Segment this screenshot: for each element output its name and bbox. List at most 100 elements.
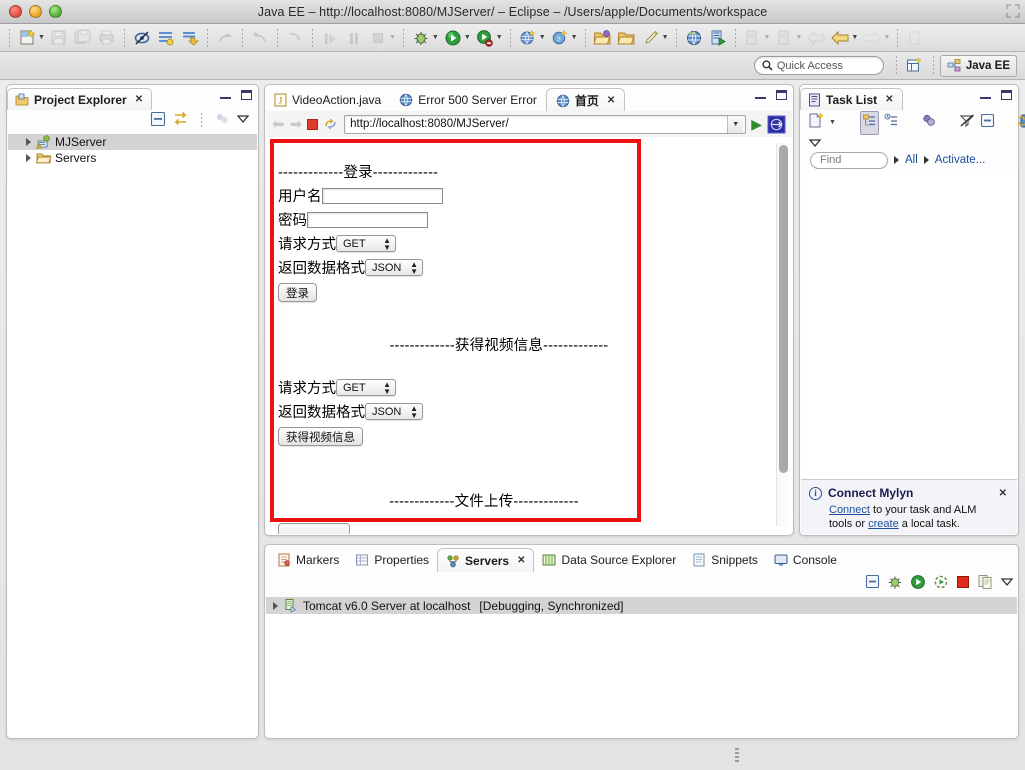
toggle-breakpoint-icon[interactable]: [131, 27, 153, 49]
debug-server-icon[interactable]: [887, 574, 903, 595]
run-icon[interactable]: [442, 27, 464, 49]
tab-properties[interactable]: Properties: [347, 548, 437, 572]
categorized-presentation-icon[interactable]: [859, 111, 879, 135]
tab-data-source-explorer[interactable]: Data Source Explorer: [534, 548, 684, 572]
debug-icon[interactable]: [410, 27, 432, 49]
print-icon[interactable]: [96, 27, 118, 49]
open-folder-icon[interactable]: [592, 27, 614, 49]
file-upload-control[interactable]: [278, 523, 350, 534]
close-icon[interactable]: ✕: [885, 94, 893, 105]
collapse-all-icon[interactable]: [150, 111, 166, 132]
go-icon[interactable]: ▶: [751, 116, 762, 133]
run-dropdown[interactable]: ▼: [464, 27, 471, 49]
next-annotation-icon[interactable]: [742, 27, 764, 49]
new-task-dropdown[interactable]: ▼: [829, 112, 836, 134]
open-type-icon[interactable]: [616, 27, 638, 49]
refresh-icon[interactable]: [323, 117, 339, 131]
terminate-icon[interactable]: [367, 27, 389, 49]
prev-annotation-dropdown[interactable]: ▼: [795, 27, 802, 49]
synchronize-icon[interactable]: [1017, 113, 1025, 134]
back-arrow-icon[interactable]: ⬅: [272, 115, 285, 133]
save-icon[interactable]: [48, 27, 70, 49]
view-menu-icon[interactable]: [236, 112, 250, 130]
servers-view-menu-icon[interactable]: [1000, 575, 1014, 593]
open-perspective-button[interactable]: [903, 55, 927, 77]
video-format-select[interactable]: JSON ▲ ▼: [365, 403, 423, 420]
tab-error-500[interactable]: Error 500 Server Error: [390, 88, 546, 112]
filter-activate-link[interactable]: Activate...: [935, 154, 986, 166]
step-icon[interactable]: [284, 27, 306, 49]
resize-icon[interactable]: [1006, 4, 1020, 18]
new-wizard-icon[interactable]: [16, 27, 38, 49]
tab-task-list[interactable]: Task List ✕: [800, 88, 903, 110]
server-row-tomcat[interactable]: Tomcat v6.0 Server at localhost [Debuggi…: [266, 597, 1017, 614]
search-dropdown[interactable]: ▼: [662, 27, 669, 49]
forward-nav-dropdown[interactable]: ▼: [883, 27, 890, 49]
maximize-view-icon[interactable]: [776, 90, 787, 100]
expand-arrow-icon[interactable]: [26, 154, 31, 162]
suspend-icon[interactable]: [343, 27, 365, 49]
deactivate-task-icon[interactable]: [179, 27, 201, 49]
close-icon[interactable]: ✕: [135, 94, 143, 105]
debug-dropdown[interactable]: ▼: [432, 27, 439, 49]
expand-arrow-icon[interactable]: [26, 138, 31, 146]
extra-icon[interactable]: [904, 27, 926, 49]
close-icon[interactable]: ✕: [607, 95, 615, 106]
filter-all-link[interactable]: All: [905, 154, 918, 166]
forward-nav-icon[interactable]: [861, 27, 883, 49]
prev-annotation-icon[interactable]: [773, 27, 795, 49]
perspective-javaee-button[interactable]: Java EE: [939, 54, 1017, 77]
new-sql-dropdown[interactable]: ▼: [571, 27, 578, 49]
get-video-info-button[interactable]: 获得视频信息: [278, 427, 363, 446]
format-select[interactable]: JSON ▲ ▼: [365, 259, 423, 276]
save-all-icon[interactable]: [72, 27, 94, 49]
publish-server-icon[interactable]: [977, 574, 993, 595]
sash-grip[interactable]: [735, 748, 739, 764]
next-annotation-dropdown[interactable]: ▼: [764, 27, 771, 49]
browser-scrollbar[interactable]: [776, 143, 789, 526]
mylyn-connect-link[interactable]: Connect: [829, 504, 870, 516]
back-nav-icon[interactable]: [805, 27, 827, 49]
close-icon[interactable]: ✕: [999, 488, 1007, 499]
web-browser-icon[interactable]: [683, 27, 705, 49]
back-nav-dropdown[interactable]: ▼: [851, 27, 858, 49]
password-input[interactable]: [307, 211, 428, 228]
profile-server-icon[interactable]: [933, 574, 949, 595]
view-menu-dots-icon[interactable]: [214, 111, 230, 132]
project-tree[interactable]: ! MJServer Servers: [8, 134, 257, 737]
mylyn-create-link[interactable]: create: [868, 518, 899, 530]
task-list-icon[interactable]: [155, 27, 177, 49]
expand-arrow-icon[interactable]: [273, 601, 278, 610]
scheduled-presentation-icon[interactable]: [884, 113, 899, 133]
tab-console[interactable]: Console: [766, 548, 845, 572]
browser-scrollbar-thumb[interactable]: [779, 145, 788, 473]
new-server-dropdown[interactable]: ▼: [539, 27, 546, 49]
minimize-view-icon[interactable]: [220, 90, 231, 99]
link-with-editor-icon[interactable]: [172, 111, 189, 132]
username-input[interactable]: [321, 187, 443, 204]
maximize-view-icon[interactable]: [241, 90, 252, 100]
close-icon[interactable]: ✕: [517, 555, 525, 566]
terminate-dropdown[interactable]: ▼: [389, 27, 396, 49]
tab-servers[interactable]: Servers ✕: [437, 548, 535, 572]
tab-snippets[interactable]: Snippets: [684, 548, 766, 572]
collapse-all-icon[interactable]: [980, 113, 995, 133]
url-dropdown-icon[interactable]: ▼: [727, 115, 744, 133]
tab-shouye[interactable]: 首页 ✕: [545, 88, 626, 112]
maximize-view-icon[interactable]: [1001, 90, 1012, 100]
method-select[interactable]: GET ▲ ▼: [336, 235, 396, 252]
new-wizard-dropdown[interactable]: ▼: [38, 27, 45, 49]
tree-item-mjserver[interactable]: ! MJServer: [8, 134, 257, 150]
forward-arrow-icon[interactable]: ➡: [290, 115, 303, 133]
task-find-input[interactable]: Find: [810, 151, 888, 169]
collapse-all-icon[interactable]: [865, 574, 880, 594]
tab-markers[interactable]: Markers: [269, 548, 347, 572]
minimize-view-icon[interactable]: [755, 90, 766, 99]
undo-icon[interactable]: [249, 27, 271, 49]
filter-all-arrow-icon[interactable]: [894, 156, 899, 164]
minimize-view-icon[interactable]: [980, 90, 991, 99]
back-nav-active-icon[interactable]: [829, 27, 851, 49]
tab-videoaction-java[interactable]: J VideoAction.java: [265, 88, 390, 112]
open-external-browser-icon[interactable]: [767, 115, 786, 134]
resume-icon[interactable]: [319, 27, 341, 49]
